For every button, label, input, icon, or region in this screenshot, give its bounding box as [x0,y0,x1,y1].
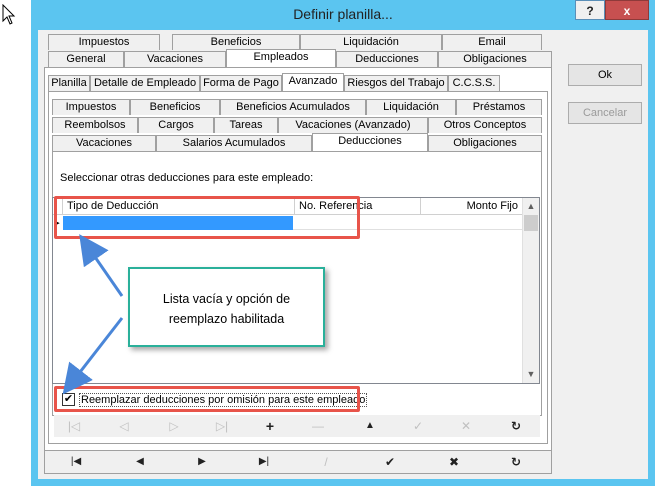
tab-planilla[interactable]: Planilla [48,75,90,91]
record-delete-icon[interactable]: / [316,453,336,471]
record-last-icon[interactable]: ▶| [254,453,274,471]
tab-empleados[interactable]: Empleados [226,49,336,67]
tab-sub-vacaciones[interactable]: Vacaciones [52,135,156,151]
tab-liquidacion[interactable]: Liquidación [300,34,442,50]
tab-sub-beneficios[interactable]: Beneficios [130,99,220,115]
grid-edit-icon[interactable]: ▲ [360,417,380,435]
tab-general[interactable]: General [48,51,124,67]
column-monto-fijo[interactable]: Monto Fijo [421,198,523,215]
grid-cancel-icon[interactable]: ✕ [456,417,476,435]
tab-obligaciones[interactable]: Obligaciones [438,51,552,67]
tab-sub-liquidacion[interactable]: Liquidación [366,99,456,115]
tab-sub-deducciones[interactable]: Deducciones [312,133,428,151]
tab-sub-otros-conceptos[interactable]: Otros Conceptos [428,117,542,133]
checkbox-highlight-frame [54,386,360,412]
grid-last-icon[interactable]: ▷| [212,417,232,435]
grid-post-icon[interactable]: ✓ [408,417,428,435]
record-post-icon[interactable]: ✔ [380,453,400,471]
tab-sub-beneficios-acumulados[interactable]: Beneficios Acumulados [220,99,366,115]
grid-refresh-icon[interactable]: ↻ [506,417,526,435]
record-cancel-icon[interactable]: ✖ [444,453,464,471]
tab-ccss[interactable]: C.C.S.S. [448,75,500,91]
ok-button[interactable]: Ok [568,64,642,86]
mouse-cursor-icon [2,4,16,25]
grid-highlight-frame [54,196,360,239]
tab-sub-reembolsos[interactable]: Reembolsos [52,117,138,133]
tab-sub-tareas[interactable]: Tareas [214,117,278,133]
grid-first-icon[interactable]: |◁ [64,417,84,435]
tab-sub-obligaciones[interactable]: Obligaciones [428,135,542,151]
grid-prev-icon[interactable]: ◁ [114,417,134,435]
record-prev-icon[interactable]: ◀ [130,453,150,471]
record-first-icon[interactable]: |◀ [66,453,86,471]
scroll-down-icon[interactable]: ▼ [523,366,539,383]
tab-sub-cargos[interactable]: Cargos [138,117,214,133]
instruction-text: Seleccionar otras deducciones para este … [60,172,314,184]
record-navigation-bar [44,450,552,474]
tab-deducciones[interactable]: Deducciones [336,51,438,67]
tab-avanzado[interactable]: Avanzado [282,73,344,91]
cancel-button[interactable]: Cancelar [568,102,642,124]
window-title: Definir planilla... [293,6,393,22]
callout-line-1: Lista vacía y opción de [162,292,291,306]
tab-riesgos-del-trabajo[interactable]: Riesgos del Trabajo [344,75,448,91]
tab-sub-impuestos[interactable]: Impuestos [52,99,130,115]
close-button[interactable]: x [605,0,649,20]
tab-vacaciones[interactable]: Vacaciones [124,51,226,67]
tab-sub-vacaciones-avanzado[interactable]: Vacaciones (Avanzado) [278,117,428,133]
grid-scrollbar[interactable]: ▲ ▼ [522,198,539,383]
tab-impuestos[interactable]: Impuestos [48,34,160,50]
tab-beneficios[interactable]: Beneficios [172,34,300,50]
tab-sub-salarios-acumulados[interactable]: Salarios Acumulados [156,135,312,151]
grid-delete-icon[interactable]: — [308,417,328,435]
tab-detalle-de-empleado[interactable]: Detalle de Empleado [90,75,200,91]
tab-forma-de-pago[interactable]: Forma de Pago [200,75,282,91]
tab-sub-prestamos[interactable]: Préstamos [456,99,542,115]
record-refresh-icon[interactable]: ↻ [506,453,526,471]
annotation-callout: Lista vacía y opción de reemplazo habili… [128,267,325,347]
record-next-icon[interactable]: ▶ [192,453,212,471]
scroll-thumb[interactable] [524,215,538,231]
scroll-up-icon[interactable]: ▲ [523,198,539,215]
grid-next-icon[interactable]: ▷ [164,417,184,435]
callout-line-2: reemplazo habilitada [168,312,285,326]
help-button[interactable]: ? [575,0,605,20]
grid-add-icon[interactable]: + [260,417,280,435]
tab-email[interactable]: Email [442,34,542,50]
